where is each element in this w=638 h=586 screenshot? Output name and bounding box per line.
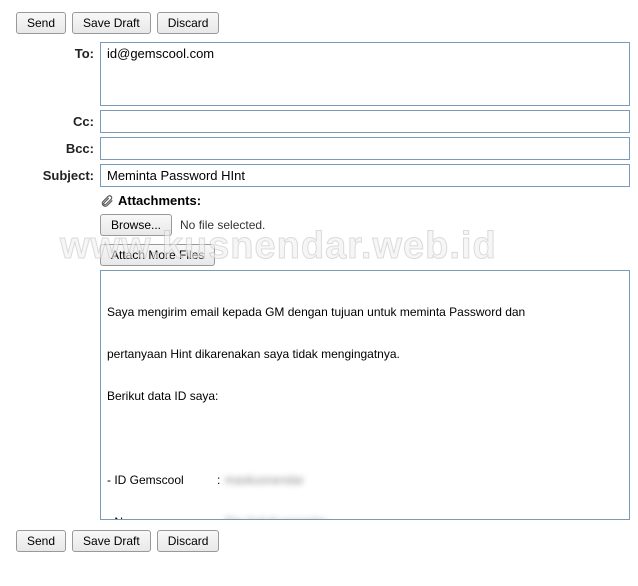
body-area: Saya mengirim email kepada GM dengan tuj… — [100, 270, 630, 520]
file-status: No file selected. — [180, 218, 265, 232]
body-blank — [107, 431, 623, 445]
body-key: - ID Gemscool — [107, 473, 217, 487]
bcc-label: Bcc: — [8, 137, 100, 156]
discard-button-bottom[interactable]: Discard — [157, 530, 220, 552]
attach-more-button[interactable]: Attach More Files — [100, 244, 215, 266]
discard-button[interactable]: Discard — [157, 12, 220, 34]
cc-row: Cc: — [8, 110, 630, 133]
attachments-block: Attachments: Browse... No file selected.… — [100, 193, 630, 266]
message-body[interactable]: Saya mengirim email kepada GM dengan tuj… — [100, 270, 630, 520]
bottom-toolbar: Send Save Draft Discard — [8, 526, 630, 556]
save-draft-button[interactable]: Save Draft — [72, 12, 151, 34]
body-line: Berikut data ID saya: — [107, 389, 623, 403]
browse-button[interactable]: Browse... — [100, 214, 172, 236]
bcc-row: Bcc: — [8, 137, 630, 160]
subject-input[interactable] — [100, 164, 630, 187]
file-row: Browse... No file selected. — [100, 214, 630, 236]
save-draft-button-bottom[interactable]: Save Draft — [72, 530, 151, 552]
body-line: pertanyaan Hint dikarenakan saya tidak m… — [107, 347, 623, 361]
to-label: To: — [8, 42, 100, 61]
to-input[interactable] — [100, 42, 630, 106]
cc-input[interactable] — [100, 110, 630, 133]
attachments-header: Attachments: — [100, 193, 630, 208]
body-value: Dio Yuli Kusnendar — [225, 515, 327, 520]
body-key: - Nama — [107, 515, 217, 520]
send-button-bottom[interactable]: Send — [16, 530, 66, 552]
to-row: To: — [8, 42, 630, 106]
body-line: Saya mengirim email kepada GM dengan tuj… — [107, 305, 623, 319]
body-value: maskusnendar — [225, 473, 304, 487]
attachments-label: Attachments: — [118, 193, 201, 208]
bcc-input[interactable] — [100, 137, 630, 160]
top-toolbar: Send Save Draft Discard — [8, 8, 630, 38]
cc-label: Cc: — [8, 110, 100, 129]
subject-label: Subject: — [8, 164, 100, 183]
subject-row: Subject: — [8, 164, 630, 187]
paperclip-icon — [100, 194, 114, 208]
send-button[interactable]: Send — [16, 12, 66, 34]
